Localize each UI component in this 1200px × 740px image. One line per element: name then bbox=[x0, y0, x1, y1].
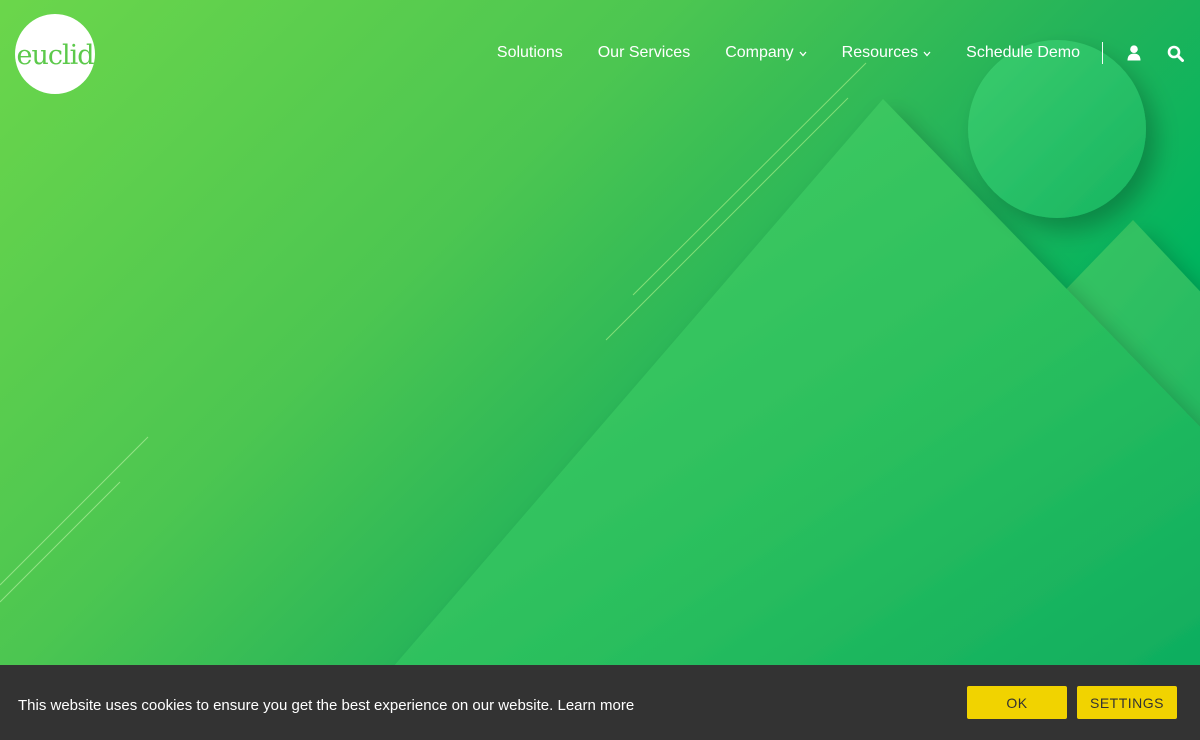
cookie-message: This website uses cookies to ensure you … bbox=[18, 697, 558, 714]
cookie-message-container: This website uses cookies to ensure you … bbox=[18, 697, 634, 714]
nav-item-label: Schedule Demo bbox=[966, 44, 1080, 61]
account-button[interactable] bbox=[1127, 45, 1141, 61]
sun-circle-shape bbox=[968, 40, 1146, 218]
search-icon bbox=[1167, 45, 1184, 62]
page: euclid Solutions Our Services Company Re… bbox=[0, 0, 1200, 740]
cookie-consent-bar: This website uses cookies to ensure you … bbox=[0, 665, 1200, 740]
nav-item-our-services[interactable]: Our Services bbox=[598, 44, 690, 62]
chevron-down-icon bbox=[923, 51, 931, 57]
logo-text: euclid bbox=[16, 39, 94, 71]
nav-item-label: Solutions bbox=[496, 44, 563, 61]
search-button[interactable] bbox=[1167, 45, 1184, 62]
nav-item-solutions[interactable]: Solutions bbox=[497, 44, 563, 62]
euclid-logo[interactable]: euclid bbox=[15, 14, 95, 94]
cookie-ok-button[interactable]: OK bbox=[967, 686, 1067, 719]
learn-more-link[interactable]: Learn more bbox=[557, 697, 634, 714]
cookie-settings-button[interactable]: SETTINGS bbox=[1077, 686, 1177, 719]
nav-item-resources[interactable]: Resources bbox=[842, 44, 931, 62]
nav-item-schedule-demo[interactable]: Schedule Demo bbox=[966, 44, 1080, 62]
nav-item-label: Resources bbox=[841, 44, 919, 61]
nav-item-label: Company bbox=[725, 44, 794, 61]
nav-item-label: Our Services bbox=[597, 44, 691, 61]
nav-divider bbox=[1102, 42, 1103, 64]
main-navigation: Solutions Our Services Company Resources… bbox=[497, 40, 1184, 66]
nav-item-company[interactable]: Company bbox=[725, 44, 807, 62]
hero-background-art bbox=[0, 40, 1200, 740]
user-icon bbox=[1127, 45, 1141, 61]
chevron-down-icon bbox=[799, 51, 807, 57]
